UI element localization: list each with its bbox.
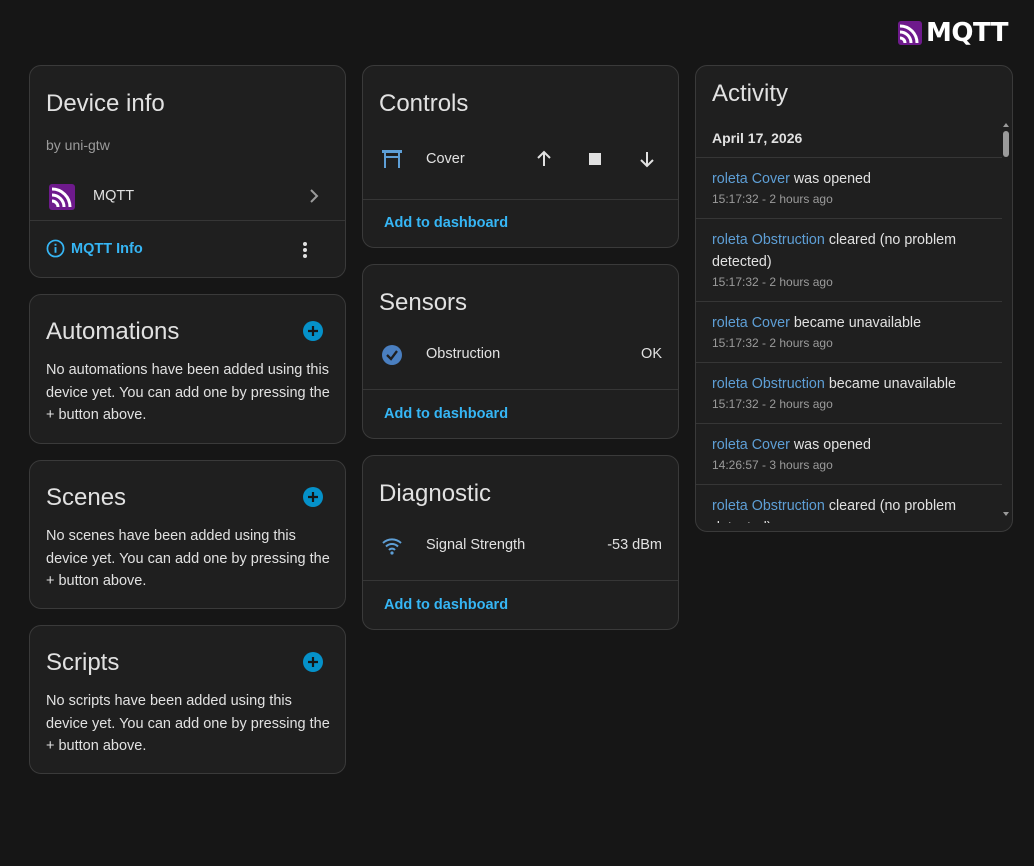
controls-add-to-dashboard-link[interactable]: Add to dashboard	[384, 215, 508, 231]
activity-time: 15:17:32 - 2 hours ago	[712, 397, 833, 411]
automations-title: Automations	[46, 318, 180, 345]
activity-time: 14:26:57 - 3 hours ago	[712, 458, 833, 472]
obstruction-label: Obstruction	[426, 346, 501, 362]
activity-entity-link[interactable]: roleta Cover	[712, 171, 790, 187]
divider	[363, 580, 678, 581]
activity-entry: roleta Cover was opened 14:26:57 - 3 hou…	[696, 423, 1002, 484]
activity-time: 15:17:32 - 2 hours ago	[712, 192, 833, 206]
add-script-button[interactable]	[303, 652, 323, 672]
device-info-title: Device info	[46, 90, 165, 117]
activity-entry: roleta Obstruction cleared (no problem d…	[696, 484, 1002, 523]
activity-entry: roleta Cover became unavailable 15:17:32…	[696, 301, 1002, 362]
chevron-right-icon	[304, 186, 324, 206]
mqtt-info-label: MQTT Info	[71, 240, 143, 257]
mqtt-integration-icon	[49, 184, 75, 210]
plus-icon	[308, 326, 318, 336]
activity-entry: roleta Cover was opened 15:17:32 - 2 hou…	[696, 157, 1002, 218]
sensors-title: Sensors	[379, 289, 468, 316]
obstruction-value: OK	[641, 346, 662, 362]
signal-strength-entity-row[interactable]: Signal Strength -53 dBm	[363, 526, 678, 566]
diagnostic-add-to-dashboard-link[interactable]: Add to dashboard	[384, 597, 508, 613]
mqtt-info-link[interactable]: MQTT Info	[46, 239, 143, 258]
activity-entity-link[interactable]: roleta Obstruction	[712, 498, 825, 514]
arrow-up-icon[interactable]	[532, 147, 556, 171]
mqtt-logo: MQTT	[898, 18, 1009, 48]
obstruction-entity-row[interactable]: Obstruction OK	[363, 335, 678, 375]
cover-label: Cover	[426, 151, 465, 167]
activity-card: Activity April 17, 2026 roleta Cover was…	[695, 65, 1013, 532]
add-scene-button[interactable]	[303, 487, 323, 507]
signal-strength-label: Signal Strength	[426, 537, 526, 553]
activity-action: became unavailable	[828, 376, 956, 392]
device-info-card: Device info by uni-gtw MQTT MQTT Info	[29, 65, 346, 278]
automations-card: Automations No automations have been add…	[29, 294, 346, 444]
cover-entity-row[interactable]: Cover	[363, 138, 678, 180]
activity-entity-link[interactable]: roleta Obstruction	[712, 232, 825, 248]
scripts-title: Scripts	[46, 649, 120, 676]
integration-row[interactable]: MQTT	[30, 176, 345, 220]
mqtt-logo-text: MQTT	[926, 18, 1009, 48]
sensors-add-to-dashboard-link[interactable]: Add to dashboard	[384, 406, 508, 422]
scripts-card: Scripts No scripts have been added using…	[29, 625, 346, 774]
divider	[363, 389, 678, 390]
activity-list[interactable]: roleta Cover was opened 15:17:32 - 2 hou…	[696, 157, 1002, 523]
divider	[363, 199, 678, 200]
more-options-icon[interactable]	[295, 239, 315, 261]
plus-icon	[308, 492, 318, 502]
scenes-card: Scenes No scenes have been added using t…	[29, 460, 346, 609]
activity-entity-link[interactable]: roleta Obstruction	[712, 376, 825, 392]
activity-action: was opened	[793, 171, 871, 187]
activity-action: became unavailable	[793, 315, 922, 331]
activity-date: April 17, 2026	[712, 130, 803, 146]
activity-action: was opened	[793, 437, 871, 453]
sensors-card: Sensors Obstruction OK Add to dashboard	[362, 264, 679, 439]
controls-card: Controls Cover Add to dashboard	[362, 65, 679, 248]
check-circle-icon	[380, 343, 404, 367]
diagnostic-title: Diagnostic	[379, 480, 492, 507]
activity-time: 15:17:32 - 2 hours ago	[712, 275, 833, 289]
activity-scrollbar[interactable]	[1003, 123, 1009, 521]
scenes-description: No scenes have been added using this dev…	[46, 528, 330, 589]
arrow-down-icon[interactable]	[635, 147, 659, 171]
activity-entity-link[interactable]: roleta Cover	[712, 315, 790, 331]
activity-entry: roleta Obstruction cleared (no problem d…	[696, 218, 1002, 301]
diagnostic-card: Diagnostic Signal Strength -53 dBm Add t…	[362, 455, 679, 630]
scroll-up-arrow-icon	[1003, 123, 1009, 127]
info-icon	[46, 239, 65, 258]
window-shutter-icon	[380, 148, 404, 170]
activity-title: Activity	[712, 80, 789, 107]
activity-time: 15:17:32 - 2 hours ago	[712, 336, 833, 350]
scroll-down-arrow-icon	[1003, 512, 1009, 516]
plus-icon	[308, 657, 318, 667]
wifi-icon	[380, 534, 404, 558]
signal-strength-value: -53 dBm	[607, 537, 662, 553]
scrollbar-thumb[interactable]	[1003, 131, 1009, 157]
mqtt-logo-icon	[898, 21, 922, 45]
stop-icon[interactable]	[583, 147, 607, 171]
activity-entity-link[interactable]: roleta Cover	[712, 437, 790, 453]
scripts-description: No scripts have been added using this de…	[46, 693, 330, 754]
integration-label: MQTT	[93, 188, 135, 204]
automations-description: No automations have been added using thi…	[46, 362, 330, 423]
divider	[30, 220, 345, 221]
device-manufacturer: by uni-gtw	[46, 137, 110, 153]
scenes-title: Scenes	[46, 484, 127, 511]
add-automation-button[interactable]	[303, 321, 323, 341]
activity-entry: roleta Obstruction became unavailable 15…	[696, 362, 1002, 423]
controls-title: Controls	[379, 90, 469, 117]
